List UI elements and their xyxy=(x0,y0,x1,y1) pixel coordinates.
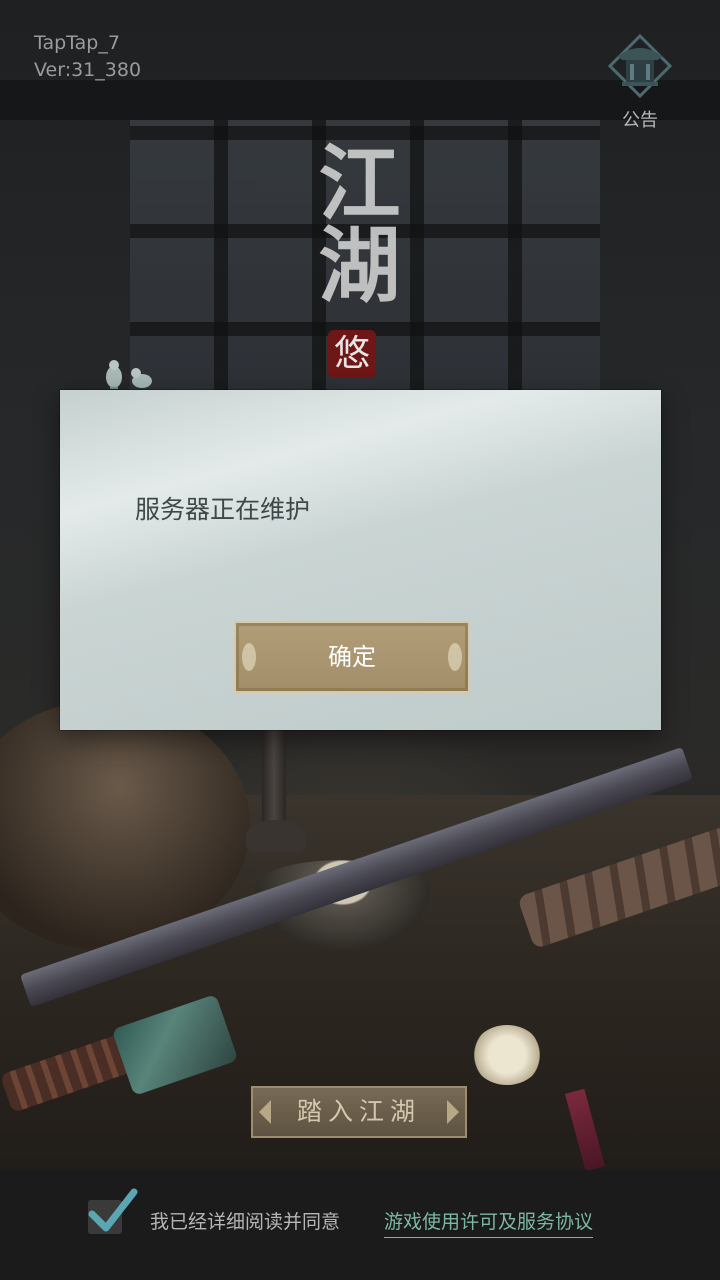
confirm-button[interactable]: 确定 xyxy=(234,621,470,693)
candlestick-base xyxy=(246,820,306,852)
maintenance-dialog: 服务器正在维护 确定 xyxy=(60,390,661,730)
logo-seal: 悠 xyxy=(328,330,376,378)
dialog-message: 服务器正在维护 xyxy=(135,495,311,524)
game-logo: 江湖 悠 xyxy=(298,140,458,400)
button-ornament-right xyxy=(448,643,462,671)
enter-game-label: 踏入江湖 xyxy=(296,1097,421,1126)
checkmark-icon xyxy=(88,1188,138,1232)
chevron-left-icon xyxy=(259,1100,271,1124)
version-info: TapTap_7 Ver:31_380 xyxy=(34,30,141,84)
agreement-link[interactable]: 游戏使用许可及服务协议 xyxy=(384,1207,594,1238)
agreement-text: 我已经详细阅读并同意 xyxy=(150,1211,341,1233)
channel-label: TapTap_7 xyxy=(34,32,120,54)
jade-pendant xyxy=(472,1025,542,1085)
version-label: Ver:31_380 xyxy=(34,59,142,81)
pavilion-icon xyxy=(608,34,672,98)
button-ornament-left xyxy=(242,643,256,671)
chevron-right-icon xyxy=(447,1100,459,1124)
notice-button[interactable]: 公告 xyxy=(594,34,686,131)
logo-title: 江湖 xyxy=(304,140,400,304)
birds-icon xyxy=(106,360,152,389)
enter-game-button[interactable]: 踏入江湖 xyxy=(251,1086,467,1138)
notice-label: 公告 xyxy=(622,110,658,131)
confirm-label: 确定 xyxy=(328,643,376,671)
